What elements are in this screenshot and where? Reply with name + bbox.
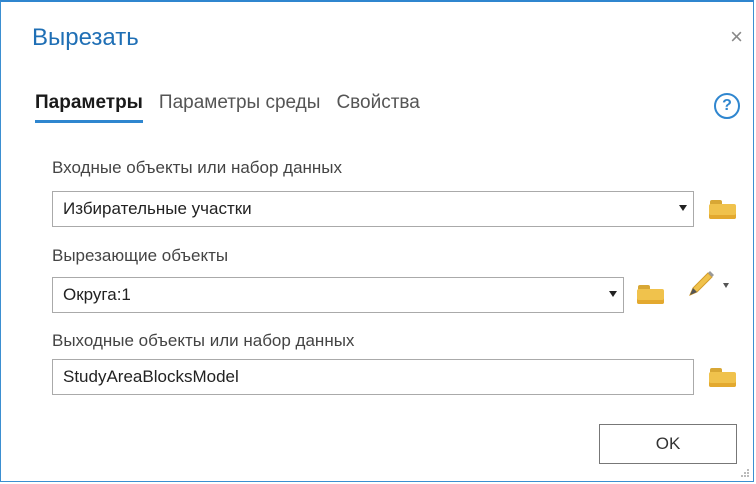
input-features-select[interactable]: Избирательные участки — [52, 191, 694, 227]
output-features-value: StudyAreaBlocksModel — [63, 367, 239, 386]
tab-properties[interactable]: Свойства — [336, 92, 419, 123]
chevron-down-icon[interactable] — [609, 291, 617, 297]
tab-parameters[interactable]: Параметры — [35, 92, 143, 123]
output-features-label: Выходные объекты или набор данных — [52, 331, 355, 350]
resize-grip[interactable] — [741, 469, 749, 477]
clip-features-value: Округа:1 — [63, 285, 131, 304]
tab-environments[interactable]: Параметры среды — [159, 92, 321, 123]
folder-icon[interactable] — [709, 366, 737, 388]
folder-icon[interactable] — [709, 198, 737, 220]
help-icon[interactable]: ? — [714, 93, 740, 119]
chevron-down-icon[interactable] — [679, 205, 687, 211]
close-icon[interactable]: × — [730, 24, 743, 50]
folder-icon[interactable] — [637, 283, 665, 305]
clip-dialog: Вырезать × Параметры Параметры среды Сво… — [0, 0, 754, 482]
dialog-title: Вырезать — [32, 24, 139, 51]
output-features-input[interactable]: StudyAreaBlocksModel — [52, 359, 694, 395]
clip-features-label: Вырезающие объекты — [52, 246, 229, 265]
pencil-icon[interactable] — [684, 269, 720, 299]
ok-button[interactable]: OK — [599, 424, 737, 464]
input-features-label: Входные объекты или набор данных — [52, 158, 343, 177]
chevron-down-icon[interactable] — [723, 283, 729, 288]
tab-bar: Параметры Параметры среды Свойства — [35, 92, 420, 123]
clip-features-select[interactable]: Округа:1 — [52, 277, 624, 313]
input-features-value: Избирательные участки — [63, 199, 252, 218]
